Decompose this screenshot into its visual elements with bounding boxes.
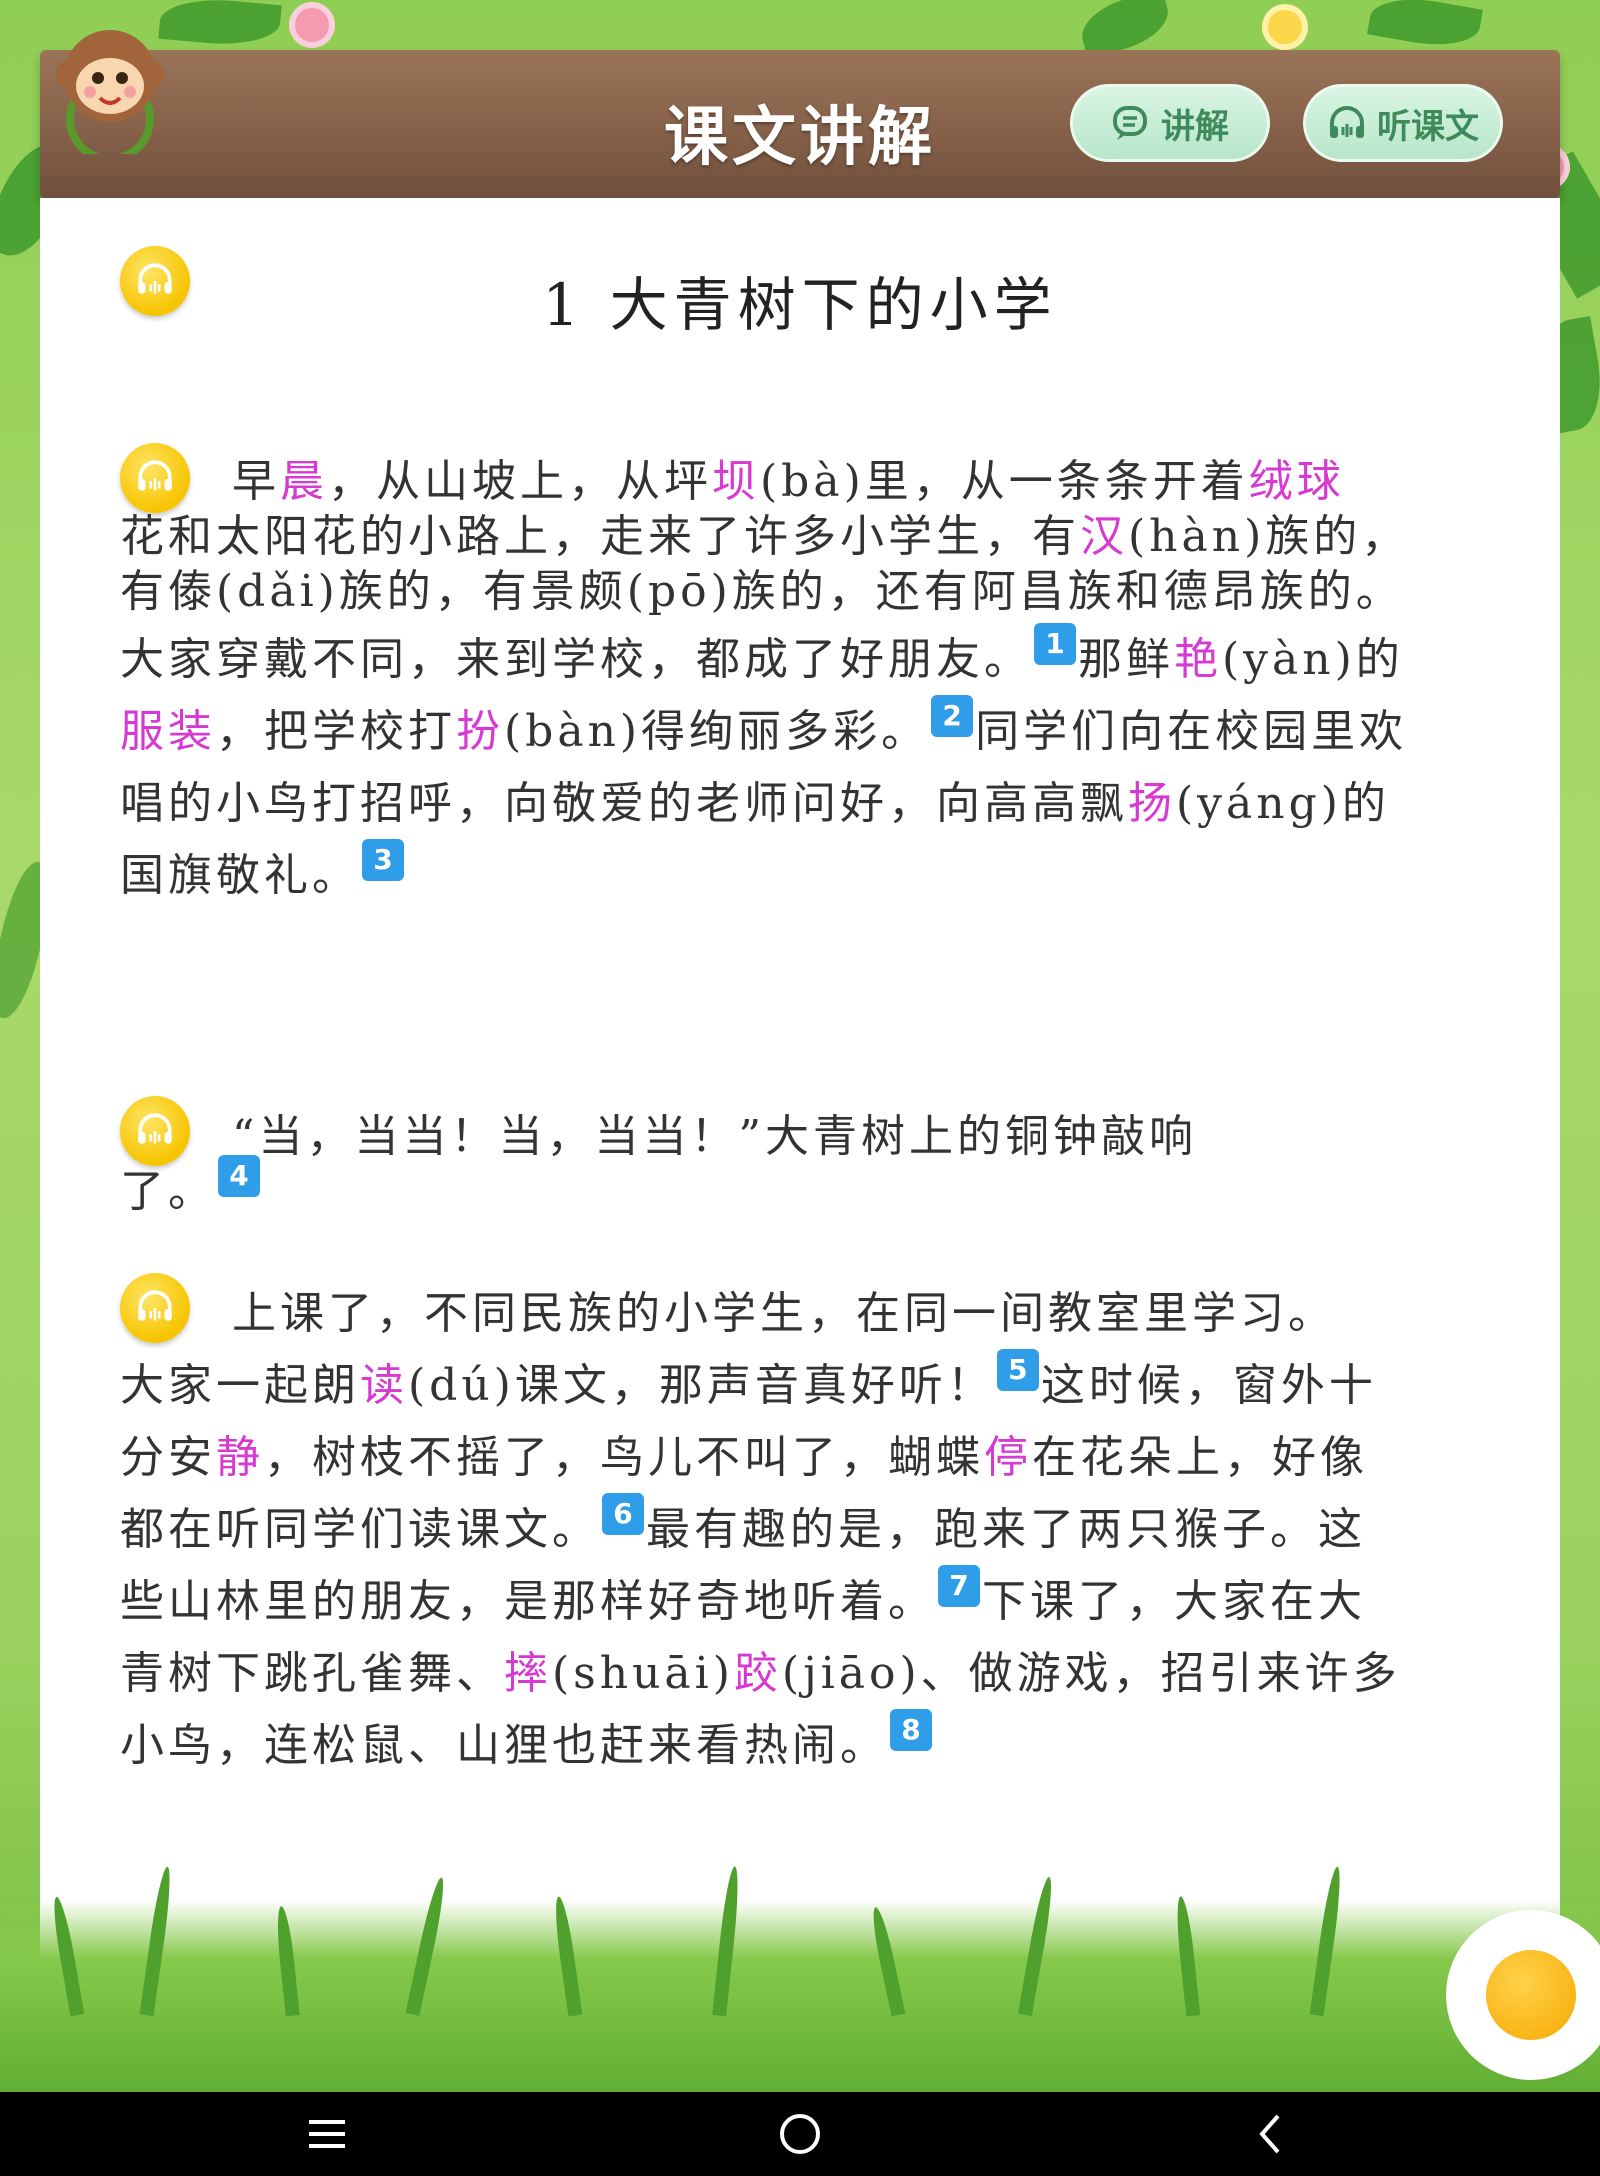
footnote-badge[interactable]: 1 — [1034, 623, 1076, 665]
text-line: 服装，把学校打扮(bàn)得绚丽多彩。 2 同学们向在校园里欢 — [120, 695, 1407, 759]
text-segment: 青树下跳孔雀舞、 — [120, 1648, 504, 1699]
footnote-badge[interactable]: 3 — [362, 839, 404, 881]
text-segment: 这时候，窗外十 — [1040, 1360, 1377, 1411]
highlighted-word[interactable]: 读 — [360, 1360, 408, 1411]
text-segment: “当，当当！当，当当！”大青树上的铜钟敲响 — [232, 1111, 1197, 1162]
system-nav-bar — [0, 2092, 1600, 2176]
text-segment: 在花朵上，好像 — [1032, 1432, 1368, 1483]
text-line: 都在听同学们读课文。 6 最有趣的是，跑来了两只猴子。这 — [120, 1493, 1366, 1557]
listen-lesson-button-label: 听课文 — [1377, 106, 1479, 147]
text-segment: ，把学校打 — [216, 706, 456, 757]
text-segment: 同学们向在校园里欢 — [975, 706, 1408, 757]
text-segment: (yáng)的 — [1176, 778, 1390, 829]
footnote-badge[interactable]: 2 — [931, 695, 974, 737]
lesson-title: 1 大青树下的小学 — [542, 271, 1058, 339]
menu-icon — [309, 2120, 345, 2148]
text-segment: (jiāo)、做游戏，招引来许多 — [781, 1648, 1401, 1699]
footnote-badge[interactable]: 5 — [996, 1349, 1039, 1391]
text-segment: 下课了，大家在大 — [982, 1576, 1366, 1627]
highlighted-word[interactable]: 停 — [984, 1432, 1032, 1483]
monkey-logo-icon — [56, 30, 164, 154]
paragraph-2: “当，当当！当，当当！”大青树上的铜钟敲响 了。 4 — [120, 1100, 1500, 1250]
text-line: 国旗敬礼。 3 — [120, 839, 406, 903]
home-button[interactable] — [770, 2106, 830, 2162]
text-line: 上课了，不同民族的小学生，在同一间教室里学习。 — [232, 1277, 1336, 1341]
text-segment: 上课了，不同民族的小学生，在同一间教室里学习。 — [232, 1288, 1336, 1339]
highlighted-word[interactable]: 静 — [216, 1432, 264, 1483]
text-line: 大家一起朗读(dú)课文，那声音真好听！ 5 这时候，窗外十 — [120, 1349, 1377, 1413]
text-segment: 唱的小鸟打招呼，向敬爱的老师问好，向高高飘 — [120, 778, 1128, 829]
text-segment: 大家一起朗 — [120, 1360, 360, 1411]
text-segment: (dú)课文，那声音真好听！ — [408, 1360, 995, 1411]
back-button[interactable] — [1242, 2106, 1302, 2162]
text-segment: 都在听同学们读课文。 — [120, 1504, 600, 1555]
text-segment: 些山林里的朋友，是那样好奇地听着。 — [120, 1576, 936, 1627]
highlighted-word[interactable]: 扬 — [1128, 778, 1176, 829]
text-segment: 大家穿戴不同，来到学校，都成了好朋友。 — [120, 634, 1032, 685]
text-segment: 有傣(dǎi)族的，有景颇(pō)族的，还有阿昌族和德昂族的。 — [120, 566, 1404, 617]
text-line: 大家穿戴不同，来到学校，都成了好朋友。 1 那鲜艳(yàn)的 — [120, 623, 1404, 687]
footnote-badge[interactable]: 4 — [218, 1155, 260, 1197]
back-icon — [1259, 2114, 1280, 2154]
text-line: 些山林里的朋友，是那样好奇地听着。 7 下课了，大家在大 — [120, 1565, 1366, 1629]
text-segment: (yàn)的 — [1222, 634, 1404, 685]
highlighted-word[interactable]: 服装 — [120, 706, 216, 757]
footnote-badge[interactable]: 8 — [890, 1709, 932, 1751]
text-segment: 分安 — [120, 1432, 216, 1483]
text-line: 分安静，树枝不摇了，鸟儿不叫了，蝴蝶停在花朵上，好像 — [120, 1421, 1368, 1485]
speech-bubble-icon — [1113, 106, 1147, 140]
text-line: 唱的小鸟打招呼，向敬爱的老师问好，向高高飘扬(yáng)的 — [120, 767, 1390, 831]
text-segment: 小鸟，连松鼠、山狸也赶来看热闹。 — [120, 1720, 888, 1771]
highlighted-word[interactable]: 跤 — [734, 1648, 782, 1699]
explain-button-label: 讲解 — [1161, 106, 1229, 147]
paragraph-1: 早晨，从山坡上，从坪坝(bà)里，从一条条开着绒球 花和太阳花的小路上，走来了许多… — [120, 445, 1500, 1065]
text-line: 青树下跳孔雀舞、摔(shuāi)跤(jiāo)、做游戏，招引来许多 — [120, 1637, 1401, 1701]
highlighted-word[interactable]: 扮 — [456, 706, 504, 757]
text-segment: 国旗敬礼。 — [120, 850, 360, 901]
listen-lesson-button[interactable]: 听课文 — [1303, 84, 1503, 162]
menu-button[interactable] — [297, 2106, 357, 2162]
text-segment: 最有趣的是，跑来了两只猴子。这 — [646, 1504, 1366, 1555]
highlighted-word[interactable]: 摔 — [504, 1648, 552, 1699]
highlighted-word[interactable]: 艳 — [1174, 634, 1222, 685]
text-segment: ，树枝不摇了，鸟儿不叫了，蝴蝶 — [264, 1432, 984, 1483]
text-segment: (shuāi) — [552, 1648, 734, 1699]
footnote-badge[interactable]: 6 — [602, 1493, 644, 1535]
home-icon — [780, 2114, 820, 2154]
explain-button[interactable]: 讲解 — [1070, 84, 1270, 162]
text-line: “当，当当！当，当当！”大青树上的铜钟敲响 — [232, 1100, 1197, 1164]
text-segment: 那鲜 — [1078, 634, 1174, 685]
header-bar: 课文讲解 讲解 听课文 — [40, 50, 1560, 198]
text-segment: 了。 — [120, 1166, 216, 1217]
paragraph-3: 上课了，不同民族的小学生，在同一间教室里学习。大家一起朗读(dú)课文，那声音真… — [120, 1277, 1500, 1957]
text-line: 有傣(dǎi)族的，有景颇(pō)族的，还有阿昌族和德昂族的。 — [120, 555, 1404, 619]
text-segment: (bàn)得绚丽多彩。 — [504, 706, 930, 757]
headphones-icon — [1330, 106, 1364, 138]
text-line: 了。 4 — [120, 1155, 262, 1219]
footnote-badge[interactable]: 7 — [938, 1565, 980, 1607]
text-line: 小鸟，连松鼠、山狸也赶来看热闹。 8 — [120, 1709, 934, 1773]
